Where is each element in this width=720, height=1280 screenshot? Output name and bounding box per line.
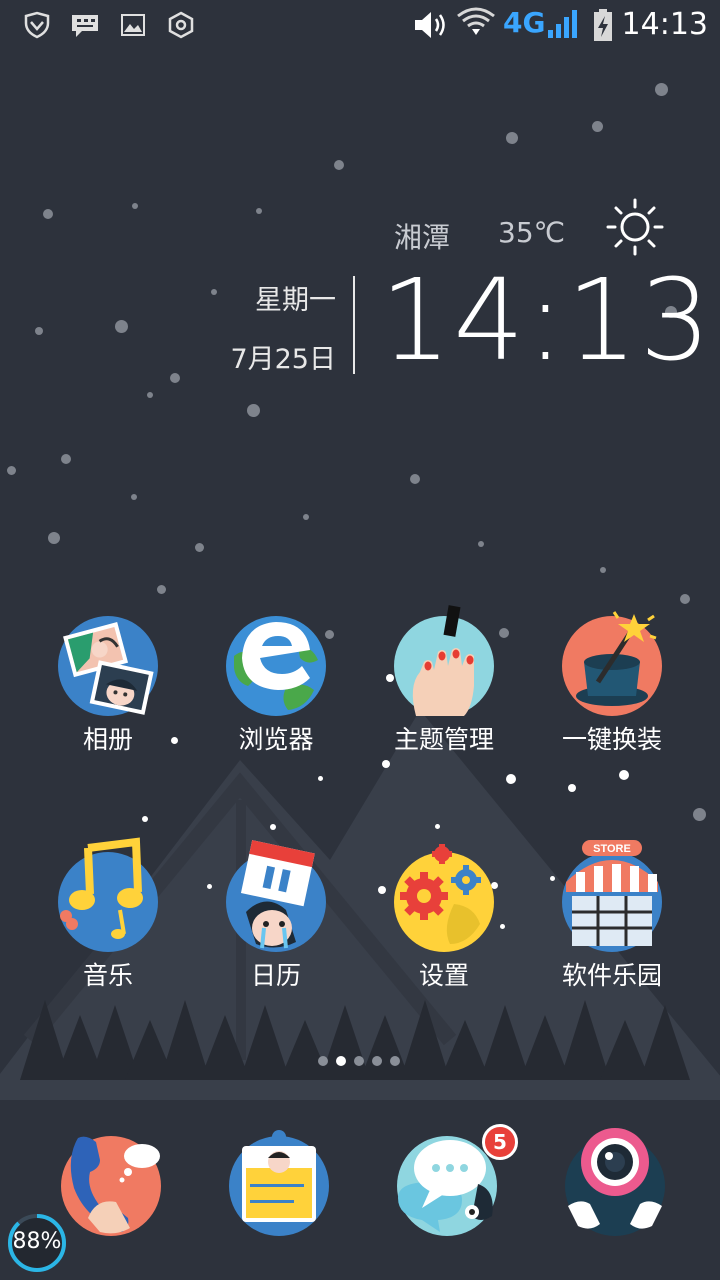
- app-label: 一键换装: [561, 725, 662, 754]
- weekday: 星期一: [255, 285, 336, 316]
- wifi-icon: [457, 7, 495, 35]
- magic-hat-icon: [562, 611, 662, 716]
- page-dot: [318, 1056, 328, 1066]
- page-dot: [372, 1056, 382, 1066]
- app-settings[interactable]: 设置: [360, 844, 528, 1012]
- settings-hex-icon: [168, 11, 194, 39]
- status-time: 14:13: [621, 7, 708, 42]
- store-icon: STORE: [562, 840, 662, 952]
- app-software-store[interactable]: STORE 软件乐园: [528, 840, 696, 1012]
- app-theme-manager[interactable]: 主题管理: [360, 605, 528, 776]
- settings-gears-icon: [394, 844, 494, 952]
- music-icon: [58, 837, 158, 952]
- app-label: 设置: [418, 961, 469, 990]
- app-photo-album[interactable]: 相册: [24, 616, 192, 776]
- camera-icon[interactable]: [560, 1128, 670, 1238]
- image-icon: [121, 14, 145, 36]
- page-dot-active: [336, 1056, 346, 1066]
- shield-icon: [24, 11, 50, 39]
- volume-icon: [415, 12, 445, 38]
- app-label: 浏览器: [238, 725, 314, 754]
- page-dot: [354, 1056, 364, 1066]
- clock-time: 14:13: [380, 256, 713, 386]
- sun-icon: [606, 198, 664, 256]
- chat-icon: [72, 15, 98, 37]
- weather-city: 湘潭: [394, 221, 451, 254]
- network-type: 4G: [503, 6, 546, 39]
- svg-text:STORE: STORE: [593, 843, 631, 855]
- page-dot: [390, 1056, 400, 1066]
- theme-icon: [394, 605, 494, 716]
- app-music[interactable]: 音乐: [24, 837, 192, 1012]
- app-one-click-dressup[interactable]: 一键换装: [528, 611, 696, 776]
- page-indicator[interactable]: [318, 1054, 408, 1068]
- memory-percent: 88%: [12, 1229, 62, 1254]
- weather-temperature: 35℃: [498, 216, 566, 249]
- calendar-icon: [226, 840, 326, 952]
- date: 7月25日: [230, 344, 336, 375]
- photo-album-icon: [58, 616, 158, 716]
- status-bar: 4G 14:13: [0, 0, 720, 50]
- app-label: 日历: [250, 961, 301, 990]
- app-label: 相册: [82, 725, 133, 754]
- app-browser[interactable]: 浏览器: [192, 616, 360, 776]
- contacts-icon[interactable]: [224, 1128, 334, 1238]
- browser-icon: [226, 616, 326, 716]
- app-label: 音乐: [82, 961, 133, 990]
- app-label: 主题管理: [393, 725, 494, 754]
- notification-badge: 5: [482, 1124, 518, 1160]
- signal-icon: [548, 10, 577, 38]
- app-calendar[interactable]: 日历: [192, 840, 360, 1012]
- phone-icon[interactable]: [56, 1128, 166, 1238]
- app-label: 软件乐园: [561, 961, 662, 990]
- widget-divider: [353, 276, 355, 374]
- battery-charging-icon: [594, 9, 612, 41]
